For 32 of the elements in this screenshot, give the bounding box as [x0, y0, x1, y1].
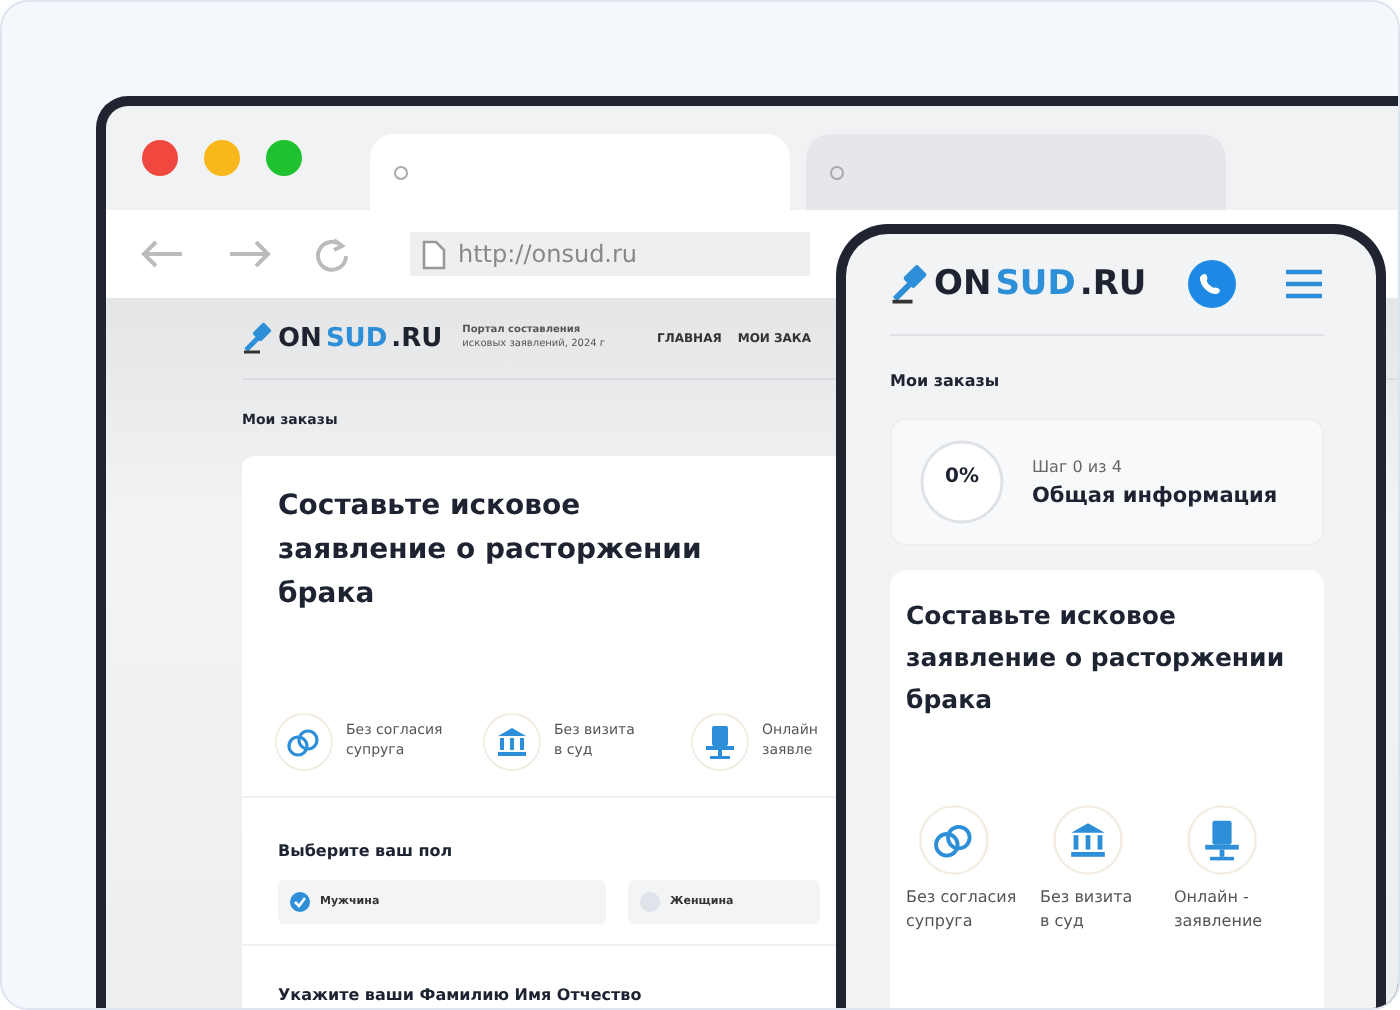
site-logo[interactable]: ON SUD.RU	[242, 322, 443, 354]
monitor-document-icon	[1186, 804, 1258, 876]
section-title: Выберите ваш пол	[278, 842, 453, 860]
feature-label: Без визита в суд	[1040, 886, 1133, 934]
step-title: Общая информация	[1032, 483, 1278, 507]
rings-icon	[918, 804, 990, 876]
menu-icon[interactable]	[1284, 268, 1324, 300]
feature-label: Онлайн - заявление	[1174, 886, 1263, 934]
forward-arrow-icon[interactable]	[226, 238, 274, 270]
phone-call-icon[interactable]	[1188, 260, 1236, 308]
building-icon	[1052, 804, 1124, 876]
page-icon	[422, 239, 446, 269]
feature-label: Без согласия супруга	[906, 886, 1017, 934]
page-title: Составьте исковое заявление о расторжении брака	[906, 598, 1287, 718]
reload-icon[interactable]	[314, 236, 350, 272]
page-title: Составьте исковое заявление о расторжении брака	[276, 488, 704, 614]
minimize-icon[interactable]	[204, 140, 240, 176]
progress-percent: 0%	[943, 466, 981, 488]
maximize-icon[interactable]	[266, 140, 302, 176]
step-counter: Шаг 0 из 4	[1032, 457, 1124, 475]
progress-ring	[916, 436, 1008, 528]
back-arrow-icon[interactable]	[138, 238, 186, 270]
section-title: Укажите ваши Фамилию Имя Отчество	[278, 986, 642, 1004]
radio-button[interactable]	[290, 892, 310, 912]
browser-tab[interactable]	[370, 134, 790, 210]
rings-icon	[274, 712, 334, 772]
site-logo[interactable]: ON SUD.RU	[890, 264, 1147, 304]
building-icon	[482, 712, 542, 772]
breadcrumb[interactable]: Мои заказы	[890, 372, 1000, 390]
browser-tab[interactable]	[806, 134, 1226, 210]
monitor-document-icon	[690, 712, 750, 772]
close-icon[interactable]	[142, 140, 178, 176]
